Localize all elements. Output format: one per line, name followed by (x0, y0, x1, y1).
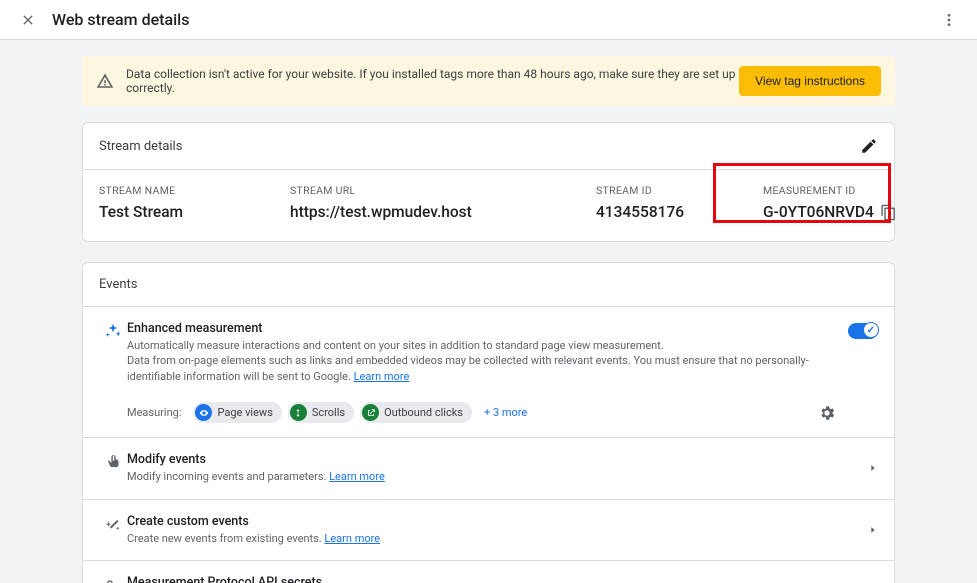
page-body: Data collection isn't active for your we… (0, 40, 977, 583)
enhanced-title: Enhanced measurement (127, 321, 836, 336)
view-tag-instructions-button[interactable]: View tag instructions (739, 66, 881, 96)
measurement-id-value: G-0YT06NRVD4 (763, 203, 874, 221)
events-heading: Events (99, 277, 137, 292)
stream-name-value: Test Stream (99, 203, 183, 221)
touch-icon (99, 453, 127, 470)
measuring-label: Measuring: (127, 406, 181, 419)
create-title: Create custom events (127, 514, 856, 529)
create-learn-more[interactable]: Learn more (324, 532, 380, 545)
enhanced-desc2: Data from on-page elements such as links… (127, 354, 809, 382)
api-secrets-row[interactable]: Measurement Protocol API secrets Create … (83, 560, 894, 583)
close-icon[interactable] (16, 8, 40, 32)
chevron-right-icon[interactable] (868, 461, 878, 475)
stream-details-heading: Stream details (99, 139, 182, 154)
events-card: Events Enhanced measurement Automaticall… (82, 262, 895, 583)
warning-icon (96, 72, 114, 90)
edit-icon[interactable] (860, 137, 878, 155)
copy-icon[interactable] (880, 204, 897, 221)
gear-icon[interactable] (818, 404, 836, 422)
key-icon (99, 576, 127, 583)
chip-pageviews: Page views (193, 402, 281, 423)
create-events-row[interactable]: Create custom events Create new events f… (83, 499, 894, 560)
chip-scrolls: Scrolls (288, 402, 354, 423)
stream-id-label: STREAM ID (596, 184, 684, 197)
page-title: Web stream details (52, 10, 937, 29)
more-icon[interactable] (937, 8, 961, 32)
stream-id-value: 4134558176 (596, 203, 684, 221)
enhanced-learn-more[interactable]: Learn more (354, 370, 410, 383)
chevron-right-icon[interactable] (868, 523, 878, 537)
enhanced-measurement-row: Enhanced measurement Automatically measu… (83, 306, 894, 437)
alert-message: Data collection isn't active for your we… (126, 67, 739, 95)
enhanced-toggle[interactable] (848, 323, 878, 339)
measurement-id-label: MEASUREMENT ID (763, 184, 897, 197)
stream-url-label: STREAM URL (290, 184, 472, 197)
alert-banner: Data collection isn't active for your we… (82, 56, 895, 106)
stream-details-card: Stream details STREAM NAME Test Stream S… (82, 122, 895, 242)
wand-icon (99, 515, 127, 532)
stream-url-value: https://test.wpmudev.host (290, 203, 472, 221)
modify-events-row[interactable]: Modify events Modify incoming events and… (83, 437, 894, 498)
chip-outbound: Outbound clicks (360, 402, 472, 423)
more-chips-link[interactable]: + 3 more (484, 406, 527, 419)
modify-title: Modify events (127, 452, 856, 467)
stream-name-label: STREAM NAME (99, 184, 183, 197)
secrets-title: Measurement Protocol API secrets (127, 575, 856, 583)
modify-learn-more[interactable]: Learn more (329, 470, 385, 483)
modal-header: Web stream details (0, 0, 977, 40)
enhanced-desc1: Automatically measure interactions and c… (127, 338, 836, 353)
sparkle-icon (99, 322, 127, 340)
